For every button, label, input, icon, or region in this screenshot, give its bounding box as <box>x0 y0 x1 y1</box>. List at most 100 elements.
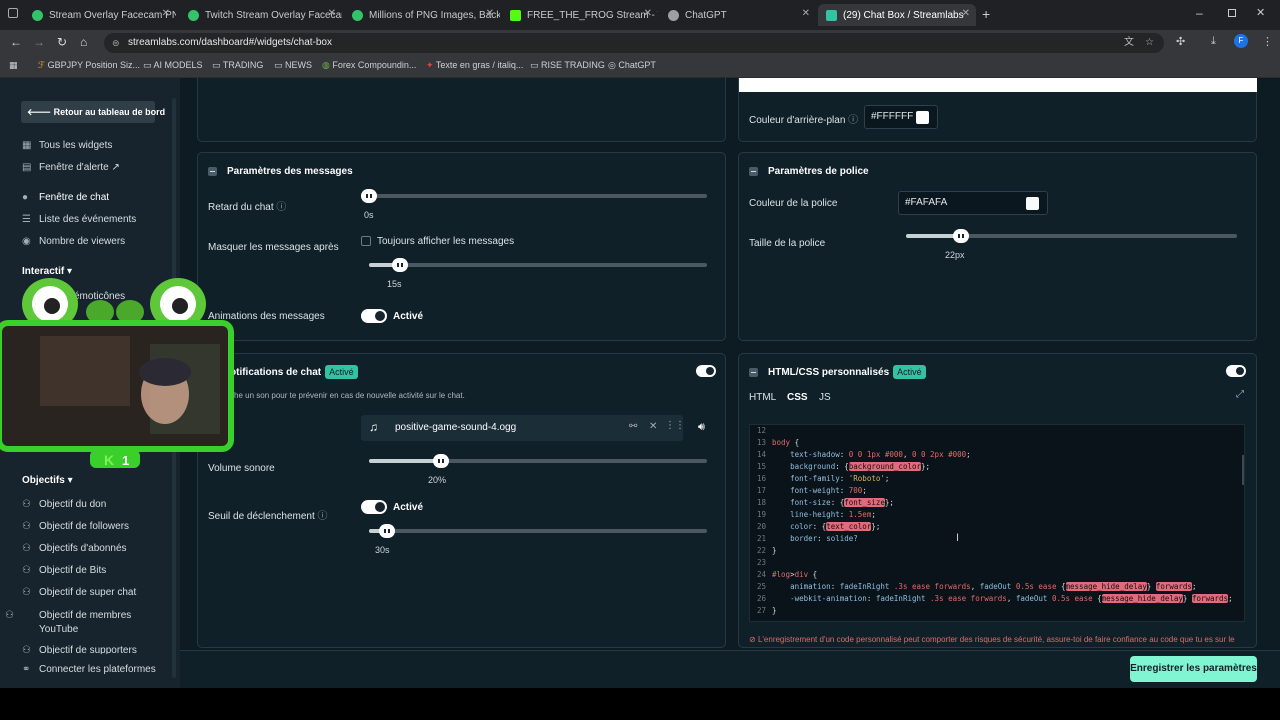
threshold-toggle[interactable] <box>361 500 387 514</box>
close-icon[interactable]: ✕ <box>802 8 810 19</box>
sidebar-item-event-list[interactable]: ☰ Liste des événements <box>22 214 136 225</box>
slider-handle[interactable] <box>379 524 395 538</box>
reload-icon[interactable]: ↻ <box>57 35 67 49</box>
background-color-field[interactable]: #FFFFFF <box>864 105 938 129</box>
tab-favicon-icon <box>668 9 679 21</box>
back-arrow-icon[interactable]: ← <box>10 35 22 49</box>
messages-section-title[interactable]: Paramètres des messages <box>208 166 353 177</box>
sidebar-item-goal[interactable]: ⚇ Objectif de followers <box>22 521 129 532</box>
threshold-slider[interactable] <box>369 524 707 538</box>
browser-tab[interactable]: Stream Overlay Facecam PNG, V✕ <box>24 4 176 26</box>
sidebar-item-chat-box[interactable]: ● Fenêtre de chat <box>22 192 109 203</box>
bookmark-item[interactable]: ✦ Texte en gras / italiq... <box>426 60 523 71</box>
eye-icon: ◉ <box>22 236 31 247</box>
collapse-icon[interactable] <box>749 367 758 377</box>
browser-tab[interactable]: ChatGPT ✕ <box>660 4 816 26</box>
apps-grid-icon[interactable]: ▦ <box>9 60 18 71</box>
sidebar-item-goal[interactable]: ⚇ Objectif de membres YouTube <box>5 609 142 637</box>
slider-handle[interactable] <box>392 258 408 272</box>
css-code-editor[interactable]: 12 13 body { 14 text-shadow: 0 0 1px #000… <box>749 424 1245 622</box>
font-color-field[interactable]: #FAFAFA <box>898 191 1048 215</box>
custom-code-toggle[interactable] <box>1226 365 1246 377</box>
font-section-title[interactable]: Paramètres de police <box>749 166 869 177</box>
tab-js[interactable]: JS <box>819 392 831 403</box>
font-size-value: 22px <box>945 250 965 260</box>
font-size-slider[interactable] <box>906 229 1237 243</box>
close-icon[interactable]: ✕ <box>486 8 494 19</box>
notifications-toggle[interactable] <box>696 365 716 377</box>
bookmark-star-icon[interactable]: ☆ <box>1145 33 1154 53</box>
custom-code-section-title[interactable]: HTML/CSS personnalisés Activé <box>749 365 926 379</box>
profile-avatar[interactable]: F <box>1234 34 1248 48</box>
close-icon[interactable]: ✕ <box>962 8 970 19</box>
hide-after-slider[interactable] <box>369 258 707 272</box>
bookmark-item[interactable]: ◎ ChatGPT <box>608 60 656 71</box>
tab-css[interactable]: CSS <box>787 392 808 403</box>
browser-tab[interactable]: Twitch Stream Overlay Facecam ✕ <box>180 4 342 26</box>
color-swatch[interactable] <box>1026 197 1039 210</box>
close-icon[interactable]: ✕ <box>328 8 336 19</box>
save-settings-button[interactable]: Enregistrer les paramètres <box>1130 656 1257 682</box>
remove-icon[interactable]: ✕ <box>649 421 657 432</box>
browser-tab-bar: Stream Overlay Facecam PNG, V✕ Twitch St… <box>0 0 1280 30</box>
warning-icon: ⊘ <box>749 635 758 644</box>
sidebar-item-goal[interactable]: ⚇ Objectifs d'abonnés <box>22 543 127 554</box>
maximize-icon[interactable] <box>1228 9 1236 17</box>
notifications-section-title[interactable]: otifications de chat Activé <box>230 365 358 379</box>
collapse-icon[interactable] <box>208 166 217 176</box>
bookmark-folder[interactable]: ▭ RISE TRADING <box>530 60 605 71</box>
sidebar-item-goal[interactable]: ⚇ Objectif de supporters <box>22 645 137 654</box>
volume-icon[interactable]: 🔊︎ <box>698 421 705 434</box>
menu-dots-icon[interactable]: ⋮ <box>1262 35 1273 48</box>
animations-toggle[interactable] <box>361 309 387 323</box>
back-to-dashboard-button[interactable]: 🡐 Retour au tableau de bord <box>21 101 165 123</box>
super-chat-icon: ⚇ <box>22 587 31 598</box>
collapse-icon[interactable] <box>749 166 758 176</box>
bookmark-folder[interactable]: ▭ TRADING <box>212 60 263 71</box>
slider-handle[interactable] <box>953 229 969 243</box>
close-window-icon[interactable]: ✕ <box>1256 6 1265 19</box>
extensions-icon[interactable]: ✣ <box>1176 35 1185 48</box>
tab-search-icon[interactable] <box>8 8 18 18</box>
bookmark-item[interactable]: ℱ GBPJPY Position Siz... <box>38 60 140 71</box>
sidebar-item-all-widgets[interactable]: ▦ Tous les widgets <box>22 140 112 151</box>
volume-slider[interactable] <box>369 454 707 468</box>
folder-icon: ▭ <box>143 60 154 70</box>
forward-arrow-icon[interactable]: → <box>33 35 45 49</box>
editor-scrollbar[interactable] <box>1242 455 1244 485</box>
sidebar-item-connect-platforms[interactable]: ⚭ Connecter les plateformes <box>22 664 156 675</box>
section-goals[interactable]: Objectifs ▾ <box>22 475 73 486</box>
close-icon[interactable]: ✕ <box>162 8 170 19</box>
browser-tab[interactable]: Millions of PNG Images, Backgr ✕ <box>344 4 500 26</box>
chat-delay-slider[interactable] <box>361 189 707 203</box>
grid-dots-icon[interactable]: ⋮⋮ <box>665 420 685 431</box>
slider-handle[interactable] <box>433 454 449 468</box>
tab-html[interactable]: HTML <box>749 392 776 403</box>
code-line: 26 -webkit-animation: fadeInRight .3s ea… <box>756 594 1233 603</box>
sidebar-item-goal[interactable]: ⚇ Objectif du don <box>22 499 106 510</box>
new-tab-icon[interactable]: + <box>982 6 990 22</box>
site-info-icon[interactable]: ⊜ <box>112 33 120 53</box>
download-icon[interactable]: ⤓ <box>1211 35 1216 48</box>
bookmark-item[interactable]: ◍ Forex Compoundin... <box>322 60 416 71</box>
sidebar-item-goal[interactable]: ⚇ Objectif de Bits <box>22 565 106 576</box>
bookmark-folder[interactable]: ▭ AI MODELS <box>143 60 203 71</box>
url-field[interactable]: ⊜ streamlabs.com/dashboard#/widgets/chat… <box>104 33 1164 53</box>
always-show-checkbox[interactable] <box>361 236 371 246</box>
browser-tab-active[interactable]: (29) Chat Box / Streamlabs ✕ <box>818 4 976 26</box>
bookmark-folder[interactable]: ▭ NEWS <box>274 60 312 71</box>
chat-delay-label: Retard du chat ⓘ <box>208 202 287 213</box>
sidebar-item-goal[interactable]: ⚇ Objectif de super chat <box>22 587 136 598</box>
expand-icon[interactable]: ⤢ <box>1236 389 1244 400</box>
font-size-label: Taille de la police <box>749 238 826 249</box>
sidebar-item-viewer-count[interactable]: ◉ Nombre de viewers <box>22 236 125 247</box>
slider-handle[interactable] <box>361 189 377 203</box>
browser-tab[interactable]: FREE_THE_FROG Stream - Watc✕ <box>502 4 658 26</box>
color-swatch[interactable] <box>916 111 929 124</box>
translate-icon[interactable]: 文 <box>1124 33 1134 53</box>
home-icon[interactable]: ⌂ <box>80 35 87 49</box>
minimize-icon[interactable]: – <box>1196 6 1203 20</box>
close-icon[interactable]: ✕ <box>644 8 652 19</box>
link-icon[interactable]: ⚯ <box>629 421 637 432</box>
sidebar-item-alert-box[interactable]: ▤ Fenêtre d'alerte ↗ <box>22 162 120 173</box>
